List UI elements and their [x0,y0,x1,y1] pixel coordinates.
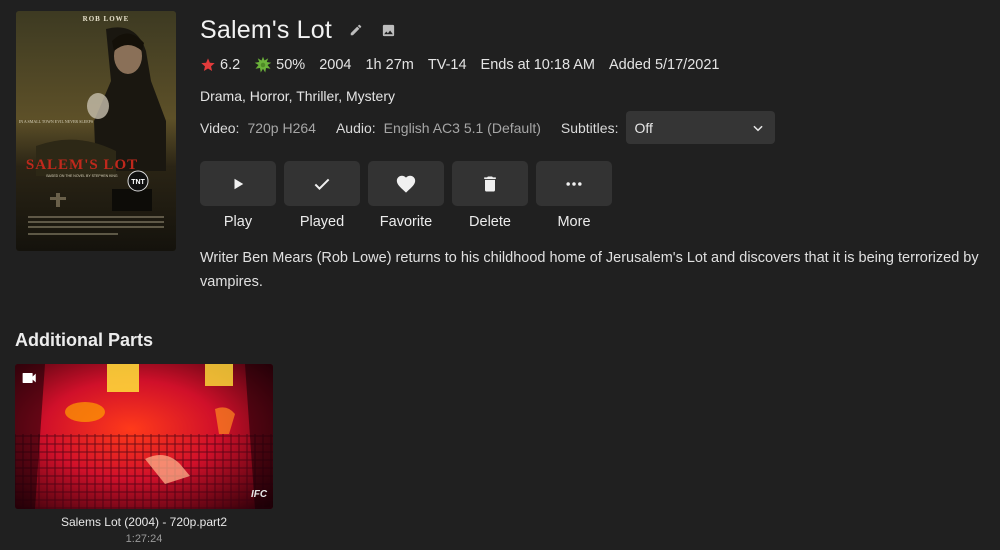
additional-parts-heading: Additional Parts [15,330,154,350]
play-button-surface[interactable] [200,161,276,206]
additional-part-thumbnail[interactable]: IFC [15,364,273,509]
additional-part-title[interactable]: Salems Lot (2004) - 720p.part2 [15,515,273,529]
genres: Drama, Horror, Thriller, Mystery [200,88,395,104]
critic-rating-value: 50% [276,57,306,73]
chevron-down-icon [753,125,764,131]
action-buttons: Play Played Favorite Delete More [200,161,620,230]
runtime: 1h 27m [365,57,414,73]
end-time: Ends at 10:18 AM [480,57,595,73]
community-rating: 6.2 [200,57,240,73]
poster-tagline: IN A SMALL TOWN EVIL NEVER SLEEPS [19,119,93,124]
check-icon [314,178,330,190]
trash-icon [484,176,496,191]
delete-button-surface[interactable] [452,161,528,206]
star-icon [201,58,215,71]
heart-icon [396,175,416,193]
favorite-label: Favorite [379,214,433,230]
more-button[interactable]: More [536,161,612,230]
item-details-page: TNT ROB LOWE IN A SMALL TOWN EVIL NEVER … [0,0,1000,550]
additional-part-duration: 1:27:24 [125,533,163,545]
poster-actor-name: ROB LOWE [83,15,130,23]
delete-label: Delete [469,214,511,230]
overview-text: Writer Ben Mears (Rob Lowe) returns to h… [200,250,979,290]
more-label: More [557,214,591,230]
played-label: Played [299,214,345,230]
favorite-button-surface[interactable] [368,161,444,206]
audio-value: English AC3 5.1 (Default) [383,119,541,136]
play-icon [234,178,244,189]
delete-button[interactable]: Delete [452,161,528,230]
media-info-row: Video: 720p H264 Audio: English AC3 5.1 … [200,111,776,144]
more-dots-icon [566,181,582,186]
pencil-icon[interactable] [348,22,364,38]
played-button-surface[interactable] [284,161,360,206]
video-value: 720p H264 [247,119,316,136]
date-added: Added 5/17/2021 [609,57,720,73]
play-label: Play [223,214,253,230]
video-label: Video: [200,119,240,136]
additional-part-card[interactable]: IFC Salems Lot (2004) - 720p.part2 1:27:… [15,364,273,545]
audio-label: Audio: [335,119,376,136]
page-title: Salem's Lot [200,15,333,44]
details-panel: Salem's Lot 6.2 50% 2004 1h 27m TV-14 En… [200,14,1000,290]
community-rating-value: 6.2 [220,57,241,73]
official-rating: TV-14 [427,57,467,73]
subtitles-select[interactable]: Off [626,111,776,144]
title-row: Salem's Lot [200,14,1000,46]
image-icon[interactable] [380,22,396,38]
subtitles-label: Subtitles: [560,119,619,136]
poster-network-logo: TNT [131,179,145,186]
more-button-surface[interactable] [536,161,612,206]
favorite-button[interactable]: Favorite [368,161,444,230]
subtitles-selected-value: Off [634,119,653,136]
poster-image[interactable]: TNT ROB LOWE IN A SMALL TOWN EVIL NEVER … [16,11,176,251]
splat-icon [254,56,272,73]
play-button[interactable]: Play [200,161,276,230]
ifc-watermark: IFC [251,489,268,500]
poster-subtitle-text: BASED ON THE NOVEL BY STEPHEN KING [46,174,118,178]
critic-rating: 50% [254,56,305,74]
videocam-icon [22,372,37,384]
year: 2004 [319,57,352,73]
info-row: 6.2 50% 2004 1h 27m TV-14 Ends at 10:18 … [200,56,733,74]
played-button[interactable]: Played [284,161,360,230]
poster-title-text: SALEM'S LOT [26,157,138,173]
